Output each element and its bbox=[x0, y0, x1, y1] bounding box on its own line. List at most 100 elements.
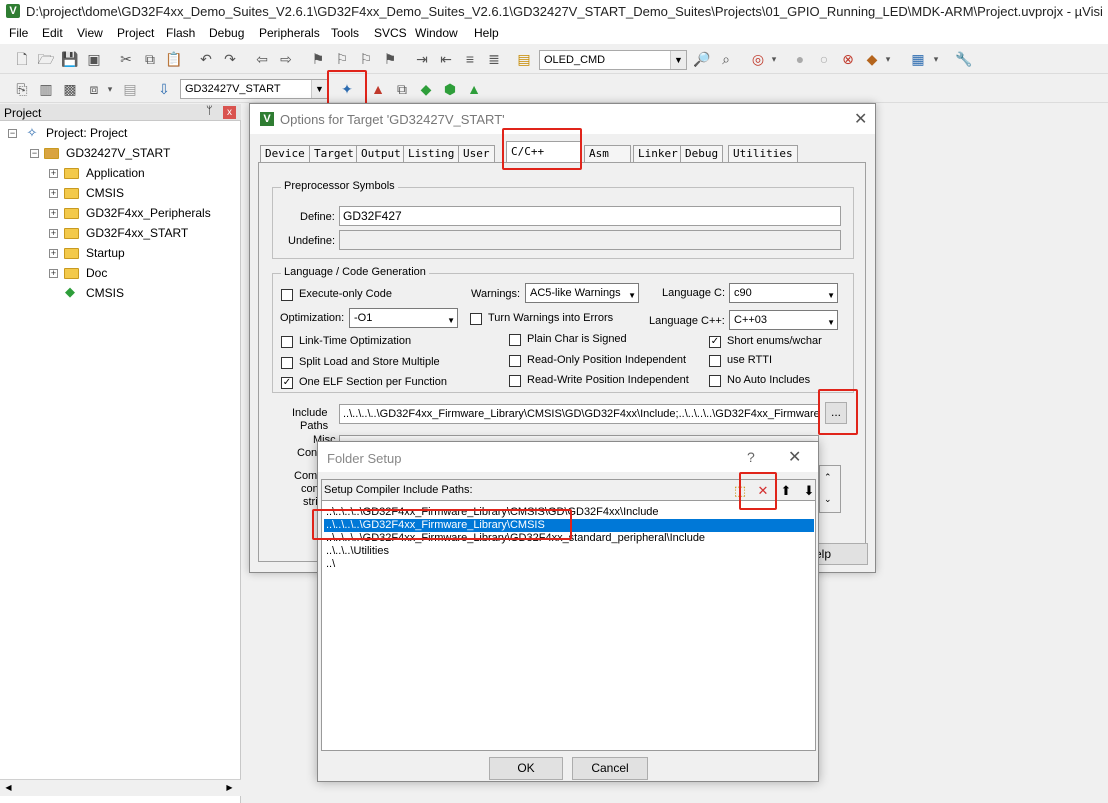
tree-group-application[interactable]: Application bbox=[86, 166, 145, 180]
ok-button[interactable]: OK bbox=[489, 757, 563, 780]
options-for-target-icon[interactable]: ✦ bbox=[337, 79, 357, 99]
close-icon[interactable]: x bbox=[223, 106, 236, 119]
menu-edit[interactable]: Edit bbox=[42, 26, 63, 40]
undo-icon[interactable]: ↶ bbox=[196, 49, 216, 69]
include-paths-input[interactable]: ..\..\..\..\GD32F4xx_Firmware_Library\CM… bbox=[339, 404, 819, 424]
collapse-icon[interactable]: − bbox=[30, 149, 39, 158]
find-combo[interactable]: OLED_CMD ▼ bbox=[539, 50, 687, 70]
warnings-select[interactable]: AC5-like Warnings ▼ bbox=[525, 283, 639, 303]
tree-group-peripherals[interactable]: GD32F4xx_Peripherals bbox=[86, 206, 211, 220]
rebuild-icon[interactable]: ▩ bbox=[60, 79, 80, 99]
chevron-down-icon[interactable]: ▾ bbox=[100, 79, 120, 99]
menu-file[interactable]: File bbox=[9, 26, 28, 40]
pack-installer-icon[interactable]: ⬢ bbox=[440, 79, 460, 99]
cancel-button[interactable]: Cancel bbox=[572, 757, 648, 780]
chevron-down-icon[interactable]: ▼ bbox=[670, 51, 686, 69]
expand-icon[interactable]: + bbox=[49, 229, 58, 238]
language-cpp-select[interactable]: C++03 ▼ bbox=[729, 310, 838, 330]
tab-target[interactable]: Target bbox=[309, 145, 359, 162]
disable-breakpoint-icon[interactable]: ○ bbox=[814, 49, 834, 69]
move-down-icon[interactable]: ⬇ bbox=[800, 482, 818, 499]
delete-icon[interactable]: ✕ bbox=[754, 482, 772, 499]
menu-svcs[interactable]: SVCS bbox=[374, 26, 407, 40]
no-auto-includes-checkbox[interactable] bbox=[709, 375, 721, 387]
turn-warnings-checkbox[interactable] bbox=[470, 313, 482, 325]
new-path-icon[interactable]: ⬚ bbox=[731, 482, 749, 499]
download-icon[interactable]: ⇩ bbox=[154, 79, 174, 99]
tab-output[interactable]: Output bbox=[356, 145, 406, 162]
redo-icon[interactable]: ↷ bbox=[220, 49, 240, 69]
tree-group-cmsis[interactable]: CMSIS bbox=[86, 186, 124, 200]
window-layout-icon[interactable]: ▦ bbox=[908, 49, 928, 69]
define-input[interactable]: GD32F427 bbox=[339, 206, 841, 226]
expand-icon[interactable]: + bbox=[49, 209, 58, 218]
comment-icon[interactable]: ≡ bbox=[460, 49, 480, 69]
tree-component-cmsis[interactable]: CMSIS bbox=[86, 286, 124, 300]
tab-asm[interactable]: Asm bbox=[584, 145, 631, 162]
expand-icon[interactable]: + bbox=[49, 249, 58, 258]
translate-icon[interactable]: ⎘ bbox=[12, 79, 32, 99]
short-enums-checkbox[interactable]: ✓ bbox=[709, 336, 721, 348]
save-all-icon[interactable]: ▣ bbox=[84, 49, 104, 69]
link-time-checkbox[interactable] bbox=[281, 336, 293, 348]
build-icon[interactable]: ▥ bbox=[36, 79, 56, 99]
select-packs-icon[interactable]: ⧉ bbox=[392, 79, 412, 99]
copy-icon[interactable]: ⧉ bbox=[140, 49, 160, 69]
optimization-select[interactable]: -O1 ▼ bbox=[349, 308, 458, 328]
tree-target[interactable]: GD32427V_START bbox=[66, 146, 170, 160]
tab-utilities[interactable]: Utilities bbox=[728, 145, 798, 162]
configure-icon[interactable]: 🔧 bbox=[954, 49, 974, 69]
one-elf-checkbox[interactable]: ✓ bbox=[281, 377, 293, 389]
close-icon[interactable]: ✕ bbox=[788, 447, 801, 467]
tree-project-root[interactable]: Project: Project bbox=[46, 126, 127, 140]
rw-pi-checkbox[interactable] bbox=[509, 375, 521, 387]
new-file-icon[interactable]: 🗋 bbox=[12, 49, 32, 69]
list-item[interactable]: ..\..\..\..\GD32F4xx_Firmware_Library\CM… bbox=[324, 506, 814, 519]
uncomment-icon[interactable]: ≣ bbox=[484, 49, 504, 69]
target-combo[interactable]: GD32427V_START ▼ bbox=[180, 79, 328, 99]
chevron-down-icon[interactable]: ▾ bbox=[878, 49, 898, 69]
use-rtti-checkbox[interactable] bbox=[709, 355, 721, 367]
indent-icon[interactable]: ⇥ bbox=[412, 49, 432, 69]
tab-linker[interactable]: Linker bbox=[633, 145, 683, 162]
help-icon[interactable]: ? bbox=[747, 449, 755, 465]
list-item[interactable]: ..\..\..\..\GD32F4xx_Firmware_Library\GD… bbox=[324, 532, 814, 545]
incremental-find-icon[interactable]: 🔎 bbox=[692, 49, 712, 69]
pin-icon[interactable]: ᛘ bbox=[206, 105, 213, 117]
tree-group-doc[interactable]: Doc bbox=[86, 266, 107, 280]
chevron-down-icon[interactable]: ▾ bbox=[926, 49, 946, 69]
tab-c-cpp[interactable]: C/C++ (AC6) bbox=[506, 141, 582, 178]
scroll-left-icon[interactable]: ◀ bbox=[1, 781, 16, 795]
menu-peripherals[interactable]: Peripherals bbox=[259, 26, 320, 40]
menu-window[interactable]: Window bbox=[415, 26, 458, 40]
tab-user[interactable]: User bbox=[458, 145, 495, 162]
manage-project-items-icon[interactable]: ▲ bbox=[368, 79, 388, 99]
save-icon[interactable]: 💾 bbox=[60, 49, 80, 69]
clear-bookmarks-icon[interactable]: ⚑ bbox=[380, 49, 400, 69]
stop-build-icon[interactable]: ▤ bbox=[120, 79, 140, 99]
collapse-icon[interactable]: − bbox=[8, 129, 17, 138]
menu-project[interactable]: Project bbox=[117, 26, 154, 40]
split-load-checkbox[interactable] bbox=[281, 357, 293, 369]
expand-icon[interactable]: + bbox=[49, 169, 58, 178]
next-bookmark-icon[interactable]: ⚐ bbox=[356, 49, 376, 69]
plain-char-checkbox[interactable] bbox=[509, 334, 521, 346]
expand-icon[interactable]: + bbox=[49, 189, 58, 198]
compiler-string-scroll[interactable]: ⌃ ⌄ bbox=[819, 465, 841, 513]
list-item-selected[interactable]: ..\..\..\..\GD32F4xx_Firmware_Library\CM… bbox=[324, 519, 814, 532]
nav-back-icon[interactable]: ⇦ bbox=[252, 49, 272, 69]
paste-icon[interactable]: 📋 bbox=[164, 49, 184, 69]
manage-rte-icon[interactable]: ◆ bbox=[416, 79, 436, 99]
open-file-icon[interactable]: 🗁 bbox=[36, 49, 56, 69]
prev-bookmark-icon[interactable]: ⚐ bbox=[332, 49, 352, 69]
kill-breakpoints-icon[interactable]: ⊗ bbox=[838, 49, 858, 69]
tab-debug[interactable]: Debug bbox=[680, 145, 724, 162]
menu-debug[interactable]: Debug bbox=[209, 26, 244, 40]
language-c-select[interactable]: c90 ▼ bbox=[729, 283, 838, 303]
ro-pi-checkbox[interactable] bbox=[509, 355, 521, 367]
chevron-down-icon[interactable]: ▾ bbox=[764, 49, 784, 69]
menu-help[interactable]: Help bbox=[474, 26, 499, 40]
menu-flash[interactable]: Flash bbox=[166, 26, 195, 40]
menu-tools[interactable]: Tools bbox=[331, 26, 359, 40]
close-icon[interactable]: ✕ bbox=[854, 109, 867, 129]
